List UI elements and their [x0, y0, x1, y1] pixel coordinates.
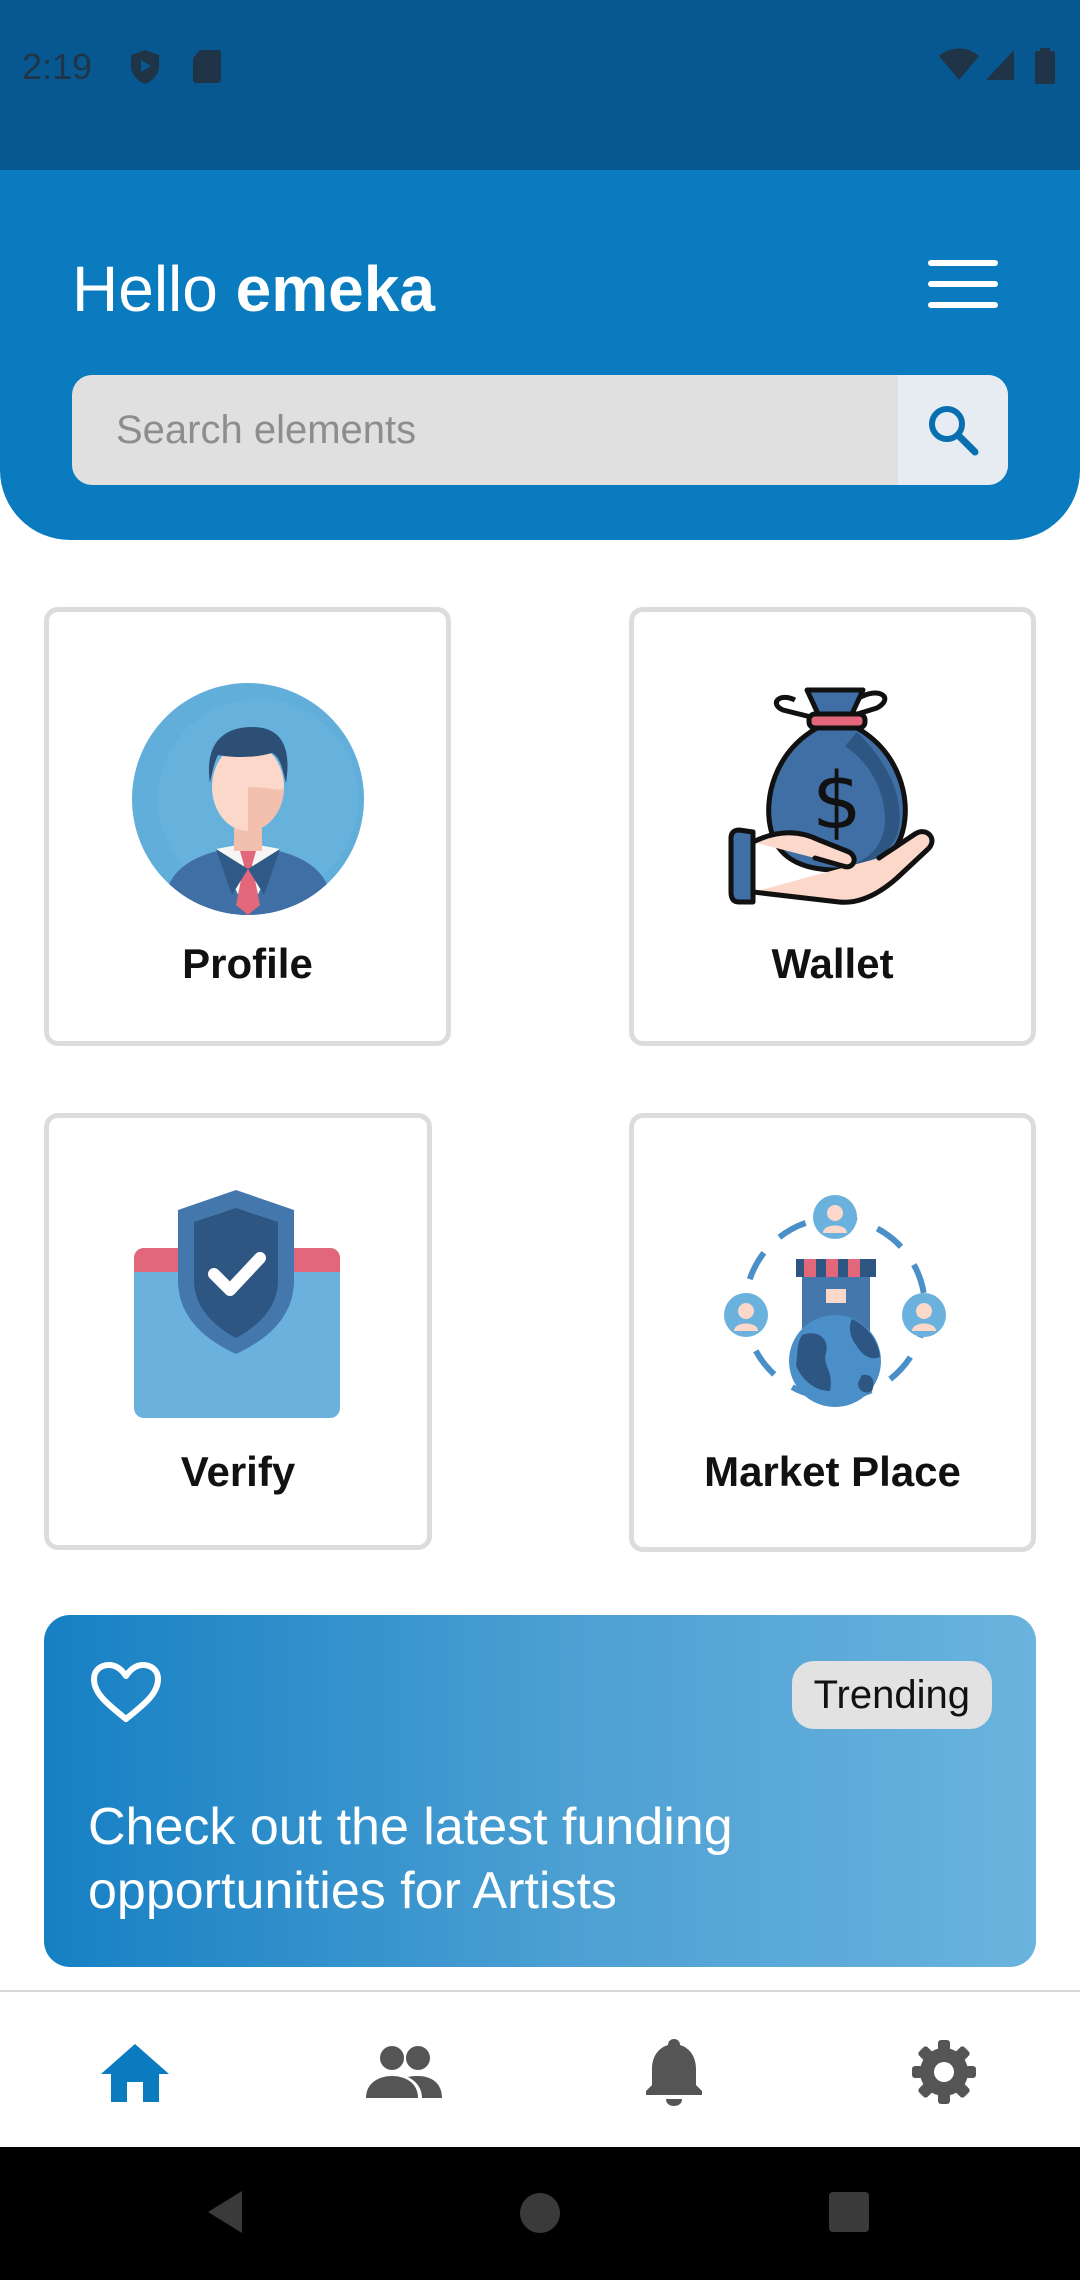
wifi-icon — [939, 48, 979, 80]
gear-icon — [912, 2040, 976, 2104]
status-bar: 2:19 — [0, 0, 1080, 170]
shield-status-icon — [131, 50, 159, 84]
nav-home[interactable] — [90, 2032, 180, 2112]
search-bar — [72, 375, 1008, 485]
verify-label: Verify — [180, 1448, 296, 1495]
sd-card-icon — [193, 50, 221, 83]
battery-icon — [1035, 48, 1055, 84]
bottom-nav — [0, 1990, 1080, 2149]
wallet-label: Wallet — [771, 940, 894, 987]
heart-outline-icon[interactable] — [90, 1661, 162, 1725]
search-input[interactable] — [72, 375, 892, 485]
greeting: Hello emeka — [72, 252, 435, 326]
hamburger-menu-icon[interactable] — [928, 260, 998, 308]
cell-signal-icon — [986, 50, 1014, 80]
marketplace-globe-icon — [724, 1195, 946, 1407]
trending-banner[interactable]: Trending Check out the latest funding op… — [44, 1615, 1036, 1967]
home-circle-icon[interactable] — [518, 2191, 562, 2235]
greeting-text: Hello — [72, 253, 218, 325]
search-button[interactable] — [898, 375, 1008, 485]
trending-badge: Trending — [791, 1661, 992, 1729]
profile-label: Profile — [182, 940, 313, 987]
profile-card[interactable]: Profile — [44, 607, 451, 1046]
status-time: 2:19 — [22, 46, 93, 87]
nav-people[interactable] — [359, 2032, 449, 2112]
bell-icon — [646, 2039, 702, 2106]
marketplace-card[interactable]: Market Place — [629, 1113, 1036, 1552]
shield-check-icon — [134, 1190, 340, 1418]
search-icon — [929, 406, 979, 456]
svg-text:$: $ — [812, 757, 862, 847]
nav-notifications[interactable] — [629, 2032, 719, 2112]
verify-card[interactable]: Verify — [44, 1113, 432, 1550]
home-icon — [101, 2044, 169, 2102]
back-icon[interactable] — [204, 2189, 244, 2235]
nav-settings[interactable] — [899, 2032, 989, 2112]
people-icon — [366, 2046, 442, 2098]
wallet-card[interactable]: $ Wallet — [629, 607, 1036, 1046]
username: emeka — [235, 253, 435, 325]
recents-icon[interactable] — [828, 2191, 870, 2233]
header: Hello emeka — [0, 170, 1080, 540]
system-nav-bar — [0, 2147, 1080, 2280]
businessman-avatar-icon — [132, 683, 364, 915]
banner-text: Check out the latest funding opportuniti… — [88, 1798, 733, 1920]
marketplace-label: Market Place — [704, 1448, 961, 1495]
money-bag-hand-icon: $ — [728, 687, 935, 905]
